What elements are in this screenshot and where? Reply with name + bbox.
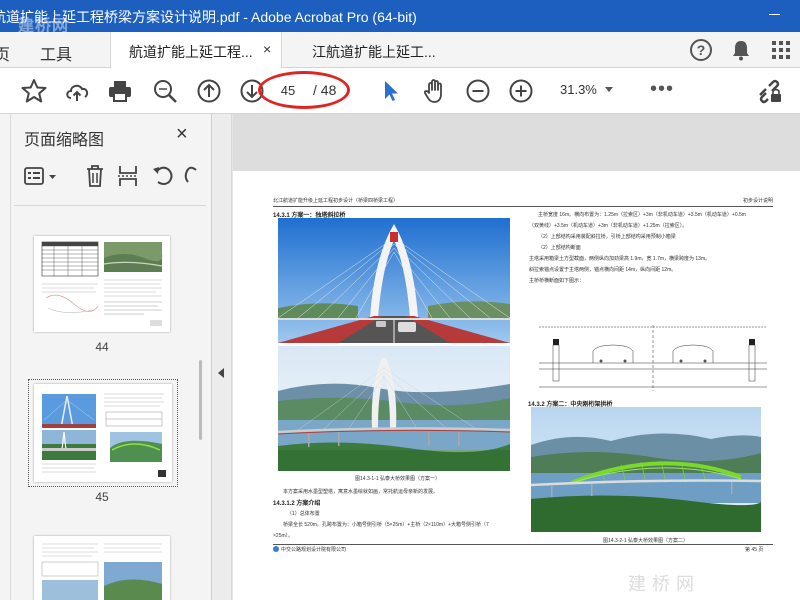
body-paragraph-4: ×25m）。 xyxy=(273,533,294,539)
zoom-in-icon[interactable] xyxy=(507,77,535,105)
zoom-search-icon[interactable] xyxy=(151,77,179,105)
rotate-counterclockwise-icon[interactable] xyxy=(151,165,175,187)
close-tab-icon[interactable]: × xyxy=(263,41,271,57)
extract-pages-icon[interactable] xyxy=(117,164,139,188)
bridge-rendering-photo-2 xyxy=(278,346,510,471)
rotate-clockwise-icon[interactable] xyxy=(184,165,198,187)
panel-scrollbar[interactable] xyxy=(199,210,204,600)
previous-page-gap xyxy=(233,114,800,171)
tab-document-second[interactable]: 江航道扩能上延工... xyxy=(312,42,436,62)
thumbnail-label-45: 45 xyxy=(95,490,109,504)
figure-caption-1: 图14.3-1-1 弘泰大桥效果图（方案一） xyxy=(355,476,441,482)
panel-collapse-strip[interactable] xyxy=(212,114,232,600)
footer-page-number: 第 45 页 xyxy=(745,547,764,553)
side-rail xyxy=(0,114,11,600)
minimize-button[interactable] xyxy=(769,14,780,15)
thumbnail-toolbar xyxy=(14,158,210,196)
tab-document-label: 航道扩能上延工程... xyxy=(129,44,253,60)
right-paragraph-5: 主塔采用箱梁土方型截面，两侧纵向加劲梁高 1.9m，宽 1.7m，横梁跨度为 1… xyxy=(529,256,711,262)
bridge-rendering-photo-1 xyxy=(278,218,510,343)
footer-rule xyxy=(273,544,773,545)
thumbnail-page-44[interactable] xyxy=(34,236,170,332)
title-bar: 航道扩能上延工程桥梁方案设计说明.pdf - Adobe Acrobat Pro… xyxy=(0,0,800,35)
main-toolbar: 45 / 48 31.3% ••• xyxy=(0,68,800,114)
thumbnail-list: 44 45 xyxy=(14,210,200,600)
close-panel-icon[interactable]: × xyxy=(176,123,188,146)
red-highlight-annotation xyxy=(258,71,350,109)
page-thumbnails-panel: 页面缩略图 × 44 45 xyxy=(0,114,212,600)
print-icon[interactable] xyxy=(106,77,134,105)
more-tools-icon[interactable]: ••• xyxy=(650,78,674,101)
body-paragraph-2: （1）总体布置 xyxy=(287,511,320,517)
right-paragraph-1: 主桥宽度 16m。横向布置为：1.25m（拉索区）+3m（非机动车道）+3.5m… xyxy=(538,212,746,218)
thumbnail-page-45[interactable] xyxy=(34,384,172,482)
right-paragraph-6: 斜拉索锚点设置于主塔两侧，锚点横向间距 14m，纵向间距 12m。 xyxy=(529,267,677,273)
help-icon[interactable]: ? xyxy=(690,39,712,61)
cross-section-drawing xyxy=(533,321,773,393)
footer-left-text: 中交公路规划设计院有限公司 xyxy=(281,547,347,553)
header-right-text: 初步设计说明 xyxy=(742,198,773,204)
hand-tool-icon[interactable] xyxy=(420,77,448,105)
bridge-rendering-photo-3 xyxy=(531,407,761,532)
pdf-page-45: 北江航道扩能升级上延工程初步设计（桥梁四桥梁工程） 初步设计说明 14.3.1 … xyxy=(233,171,800,600)
watermark-text: 建桥网 xyxy=(628,574,700,594)
document-viewport[interactable]: 北江航道扩能升级上延工程初步设计（桥梁四桥梁工程） 初步设计说明 14.3.1 … xyxy=(233,114,800,600)
thumbnail-label-44: 44 xyxy=(95,340,109,354)
header-left-text: 北江航道扩能升级上延工程初步设计（桥梁四桥梁工程） xyxy=(273,198,399,204)
figure-caption-2: 图14.3-2-1 弘泰大桥效果图（方案二） xyxy=(603,538,689,544)
zoom-level-select[interactable]: 31.3% xyxy=(560,82,597,97)
tab-bar: 页 工具 航道扩能上延工程... × 江航道扩能上延工... ? xyxy=(0,32,800,68)
right-paragraph-2: （双黄线）+3.5m（机动车道）+3m（非机动车道）+1.25m（拉索区）。 xyxy=(529,223,688,229)
body-paragraph-1: 本方案采用水墨型塑塔，寓意水墨绘就如画，常托航运母亲新的发展。 xyxy=(283,489,439,495)
share-link-icon[interactable] xyxy=(755,77,783,105)
body-paragraph-3: 桥梁全长 520m。孔跨布置为：小箱号侧引桥（5×25m）+主桥（2×110m）… xyxy=(283,522,489,528)
cloud-upload-icon[interactable] xyxy=(63,77,91,105)
previous-page-icon[interactable] xyxy=(195,77,223,105)
right-paragraph-4: （2）上部结构断面 xyxy=(538,245,581,251)
panel-title: 页面缩略图 xyxy=(24,132,105,149)
tab-home[interactable]: 页 xyxy=(0,41,10,65)
notification-bell-icon[interactable] xyxy=(731,39,751,66)
section-heading-1-2: 14.3.1.2 方案介绍 xyxy=(273,501,321,507)
company-logo-icon xyxy=(273,546,279,552)
right-paragraph-7: 主桥桥横断面如下图示： xyxy=(529,278,585,284)
apps-grid-icon[interactable] xyxy=(772,41,790,64)
bookmark-star-icon[interactable] xyxy=(20,77,48,105)
panel-scroll-thumb[interactable] xyxy=(199,360,202,440)
select-cursor-icon[interactable] xyxy=(377,77,405,105)
thumbnail-page-46[interactable] xyxy=(34,536,170,600)
tab-document-active[interactable]: 航道扩能上延工程... × xyxy=(110,32,282,68)
tab-tools[interactable]: 工具 xyxy=(40,41,72,65)
collapse-arrow-icon[interactable] xyxy=(218,368,224,378)
delete-trash-icon[interactable] xyxy=(84,164,106,188)
right-paragraph-3: （2）上部结构采用装配斜拉桥，引桥上部结构采用预制小箱梁 xyxy=(538,234,676,240)
zoom-dropdown-chevron-icon[interactable] xyxy=(605,87,613,92)
thumbnail-options-icon[interactable] xyxy=(24,166,60,188)
page-header: 北江航道扩能升级上延工程初步设计（桥梁四桥梁工程） 初步设计说明 xyxy=(273,195,773,207)
zoom-out-icon[interactable] xyxy=(464,77,492,105)
divider xyxy=(14,205,206,206)
